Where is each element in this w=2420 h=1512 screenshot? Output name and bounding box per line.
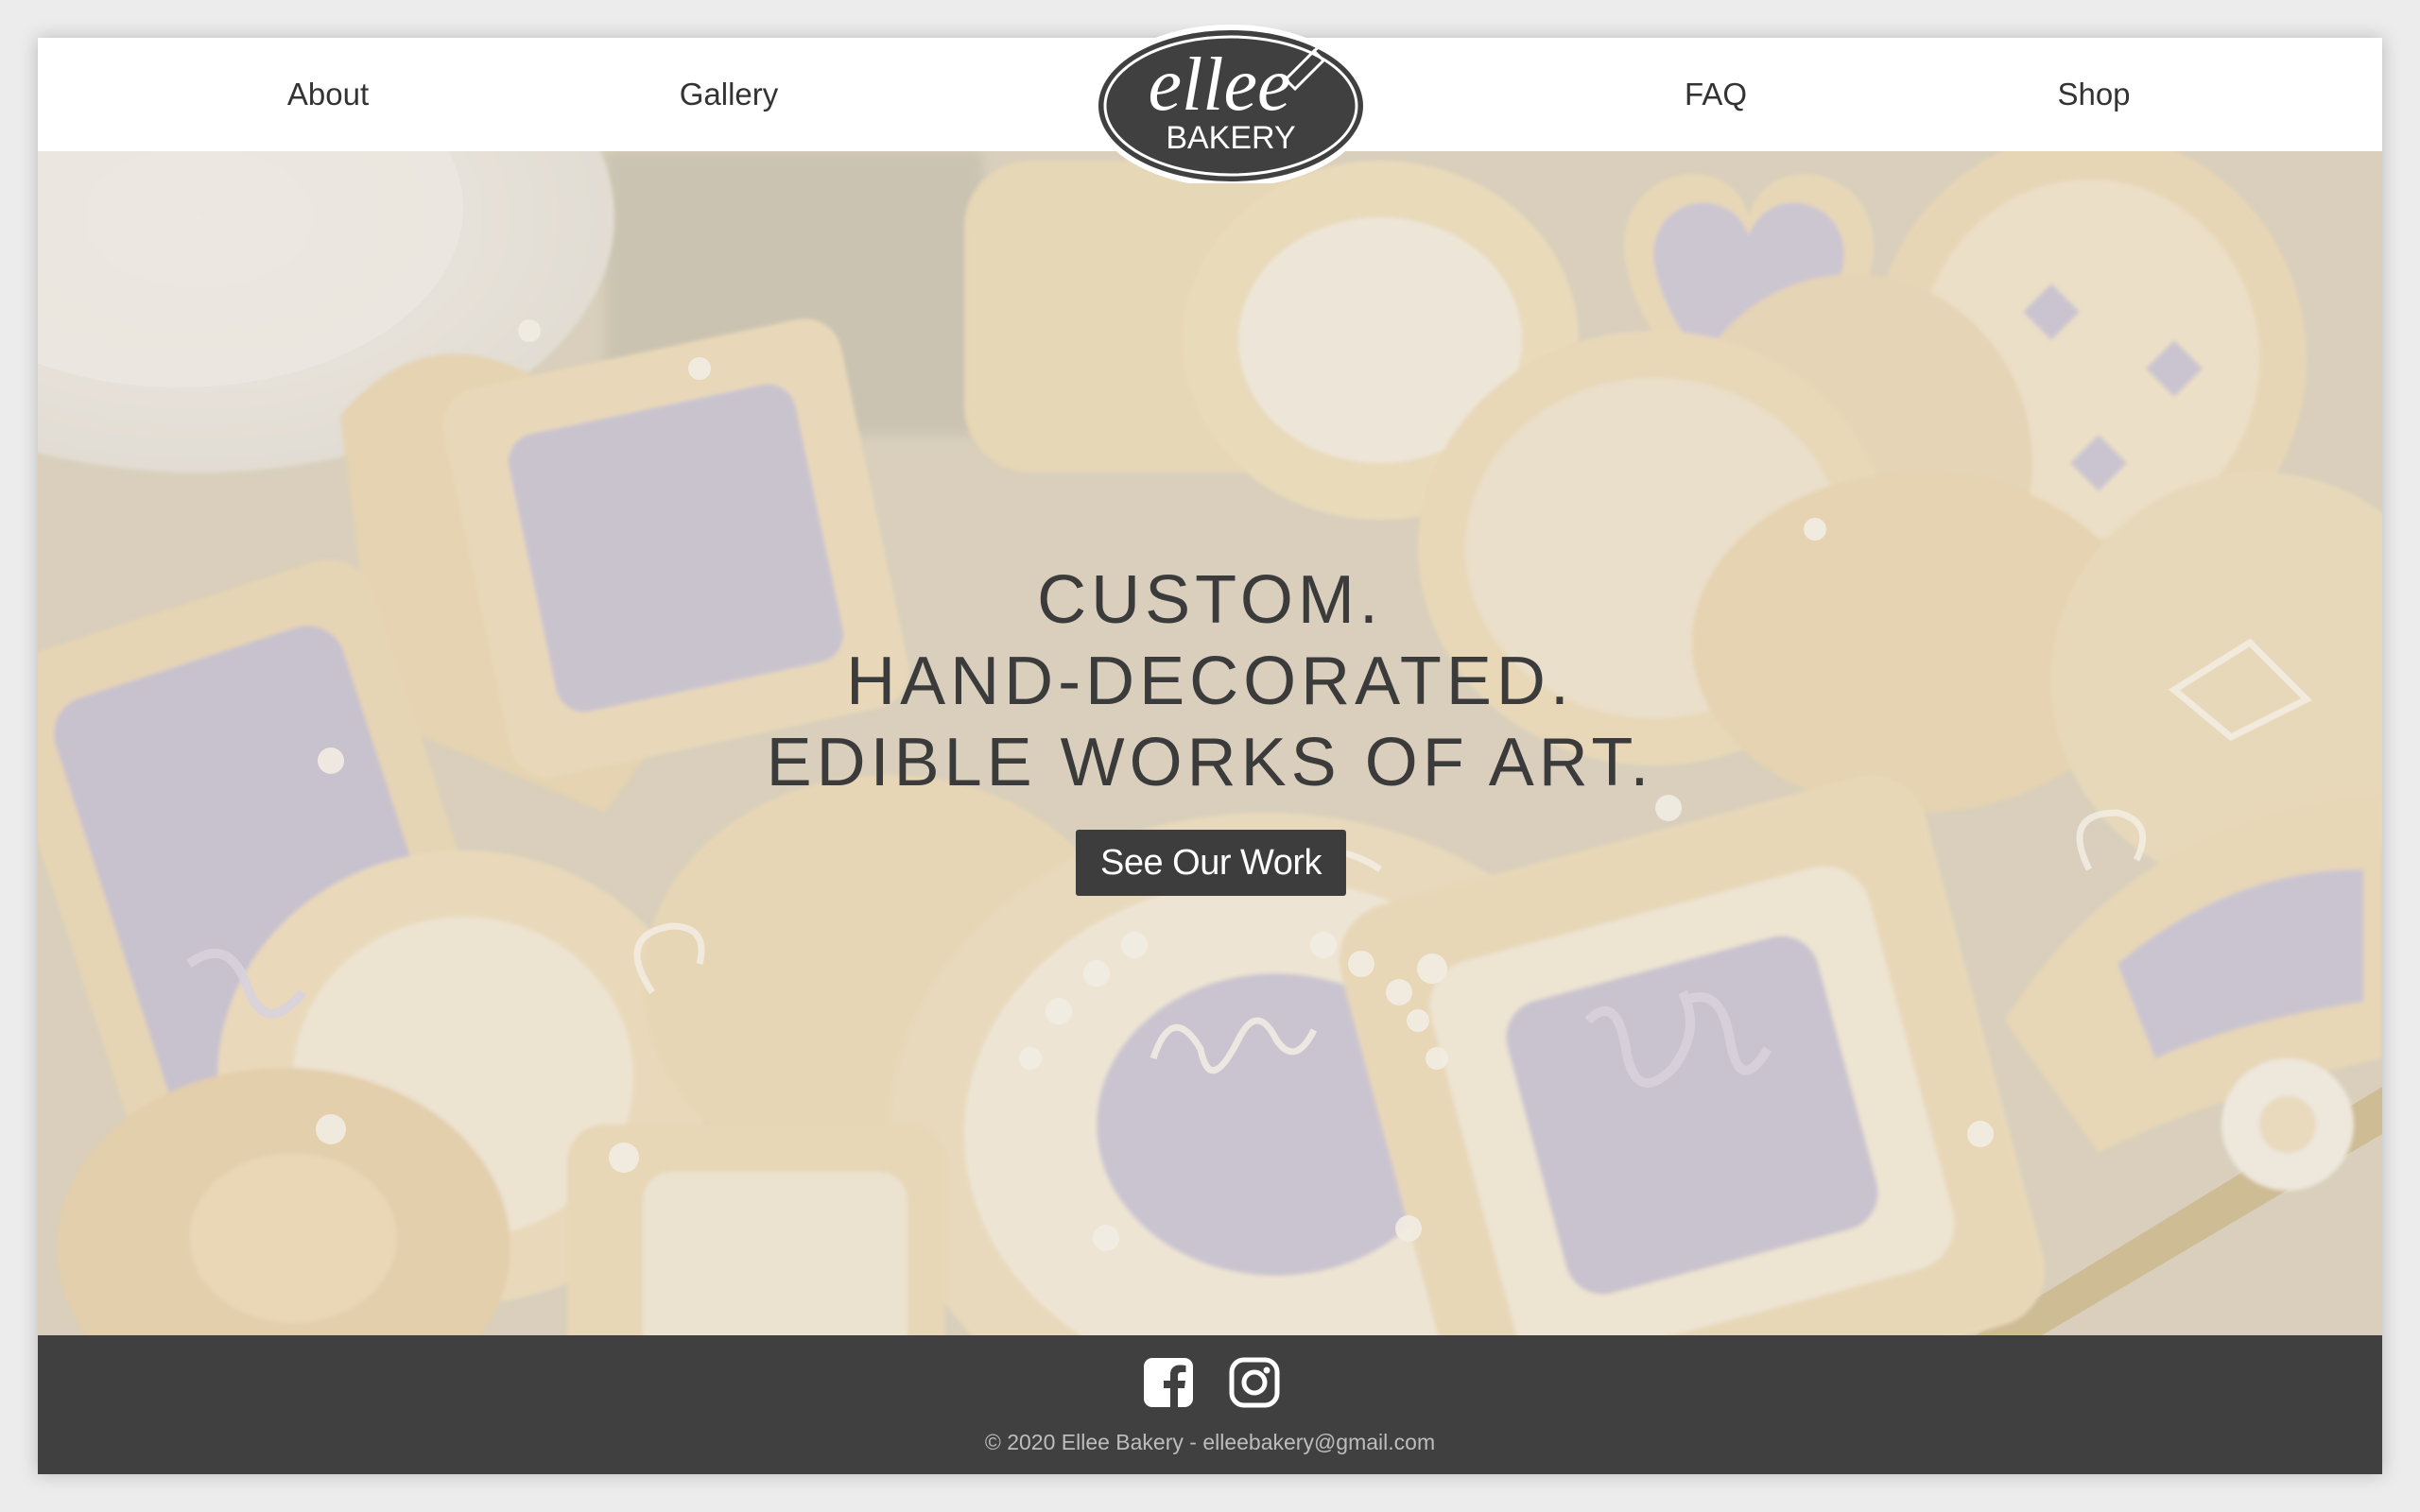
logo-script-text: ellee	[1149, 43, 1291, 127]
nav-link-gallery[interactable]: Gallery	[680, 38, 779, 151]
logo-badge: ellee BAKERY	[1093, 25, 1369, 187]
logo-sub-text: BAKERY	[1166, 120, 1295, 156]
nav-link-faq[interactable]: FAQ	[1685, 38, 1747, 151]
headline-line-3: EDIBLE WORKS OF ART.	[766, 725, 1654, 800]
hero-headline: CUSTOM. HAND-DECORATED. EDIBLE WORKS OF …	[38, 559, 2382, 803]
instagram-icon[interactable]	[1228, 1356, 1281, 1409]
page: About Gallery ellee BAKERY FAQ Shop CUST…	[38, 25, 2382, 1474]
nav-link-about[interactable]: About	[287, 38, 369, 151]
facebook-icon[interactable]	[1142, 1356, 1195, 1409]
footer: © 2020 Ellee Bakery - elleebakery@gmail.…	[38, 1335, 2382, 1474]
top-navigation: About Gallery ellee BAKERY FAQ Shop	[38, 25, 2382, 187]
headline-line-2: HAND-DECORATED.	[846, 644, 1574, 719]
hero-section: CUSTOM. HAND-DECORATED. EDIBLE WORKS OF …	[38, 151, 2382, 1335]
headline-line-1: CUSTOM.	[1037, 562, 1383, 638]
nav-link-shop[interactable]: Shop	[2057, 38, 2130, 151]
see-our-work-button[interactable]: See Our Work	[1075, 830, 1347, 896]
copyright-text: © 2020 Ellee Bakery - elleebakery@gmail.…	[984, 1430, 1436, 1454]
ellee-bakery-logo[interactable]: ellee BAKERY	[1089, 13, 1373, 187]
